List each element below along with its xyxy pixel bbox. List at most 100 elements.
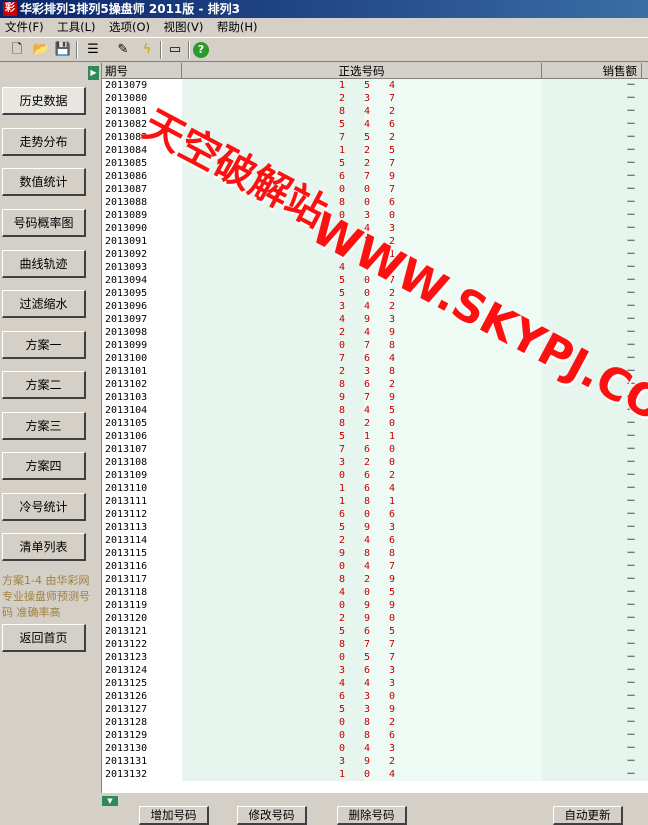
menu-file[interactable]: 文件(F) (0, 18, 49, 37)
table-row[interactable]: 2013105 8 2 0 － (102, 417, 648, 430)
table-row[interactable]: 2013081 8 4 2 － (102, 105, 648, 118)
table-row[interactable]: 2013109 0 6 2 － (102, 469, 648, 482)
table-row[interactable]: 2013115 9 8 8 － (102, 547, 648, 560)
table-row[interactable]: 2013123 0 5 7 － (102, 651, 648, 664)
table-row[interactable]: 2013085 5 2 7 － (102, 157, 648, 170)
menu-tools[interactable]: 工具(L) (52, 18, 100, 37)
table-row[interactable]: 2013132 1 0 4 － (102, 768, 648, 781)
table-row[interactable]: 2013100 7 6 4 － (102, 352, 648, 365)
scroll-down-icon[interactable]: ▼ (102, 796, 118, 806)
edit-number-button[interactable]: 修改号码 (237, 806, 307, 825)
table-row[interactable]: 2013093 4 7 3 － (102, 261, 648, 274)
open-folder-icon[interactable]: 📂 (31, 40, 51, 60)
table-row[interactable]: 2013111 1 8 1 － (102, 495, 648, 508)
column-header-sales[interactable]: 销售额 (542, 63, 642, 79)
issue-cell: 2013119 (102, 599, 182, 612)
column-header-numbers[interactable]: 正选号码 (182, 63, 542, 79)
table-row[interactable]: 2013131 3 9 2 － (102, 755, 648, 768)
digit-cell: 2 (388, 106, 396, 117)
new-file-icon[interactable]: 🗋 (7, 40, 27, 60)
table-row[interactable]: 2013114 2 4 6 － (102, 534, 648, 547)
auto-update-button[interactable]: 自动更新 (553, 806, 623, 825)
nav-plan-two[interactable]: 方案二 (2, 371, 86, 399)
table-row[interactable]: 2013121 5 6 5 － (102, 625, 648, 638)
table-row[interactable]: 2013096 3 4 2 － (102, 300, 648, 313)
table-row[interactable]: 2013128 0 8 2 － (102, 716, 648, 729)
table-row[interactable]: 2013090 1 4 3 － (102, 222, 648, 235)
save-icon[interactable]: 💾 (53, 40, 73, 60)
table-row[interactable]: 2013122 8 7 7 － (102, 638, 648, 651)
row-tail (642, 482, 648, 495)
table-row[interactable]: 2013082 5 4 6 － (102, 118, 648, 131)
wizard-icon[interactable]: ✎ (113, 40, 133, 60)
table-row[interactable]: 2013086 6 7 9 － (102, 170, 648, 183)
digit-cell: 9 (363, 600, 371, 611)
table-row[interactable]: 2013097 4 9 3 － (102, 313, 648, 326)
table-row[interactable]: 2013091 1 2 2 － (102, 235, 648, 248)
table-row[interactable]: 2013084 1 2 5 － (102, 144, 648, 157)
row-tail (642, 716, 648, 729)
nav-list[interactable]: 清单列表 (2, 533, 86, 561)
table-row[interactable]: 2013080 2 3 7 － (102, 92, 648, 105)
table-row[interactable]: 2013106 5 1 1 － (102, 430, 648, 443)
nav-plan-four[interactable]: 方案四 (2, 452, 86, 480)
nav-history-data[interactable]: 历史数据 (2, 87, 86, 115)
sales-cell: － (542, 183, 642, 196)
table-row[interactable]: 2013127 5 3 9 － (102, 703, 648, 716)
nav-curve-track[interactable]: 曲线轨迹 (2, 250, 86, 278)
table-row[interactable]: 2013112 6 0 6 － (102, 508, 648, 521)
table-row[interactable]: 2013095 5 0 2 － (102, 287, 648, 300)
list-icon[interactable]: ☰ (83, 40, 103, 60)
window-icon[interactable]: ▭ (165, 40, 185, 60)
table-row[interactable]: 2013124 3 6 3 － (102, 664, 648, 677)
home-button[interactable]: 返回首页 (2, 624, 86, 652)
table-row[interactable]: 2013118 4 0 5 － (102, 586, 648, 599)
table-row[interactable]: 2013126 6 3 0 － (102, 690, 648, 703)
row-tail (642, 404, 648, 417)
table-row[interactable]: 2013104 8 4 5 － (102, 404, 648, 417)
collapse-arrow-icon[interactable]: ▶ (88, 66, 99, 80)
table-row[interactable]: 2013108 3 2 0 － (102, 456, 648, 469)
table-row[interactable]: 2013079 1 5 4 － (102, 79, 648, 92)
table-row[interactable]: 2013113 5 9 3 － (102, 521, 648, 534)
table-row[interactable]: 2013102 8 6 2 － (102, 378, 648, 391)
issue-cell: 2013127 (102, 703, 182, 716)
help-icon[interactable]: ? (193, 42, 209, 58)
row-tail (642, 235, 648, 248)
lightning-icon[interactable]: ϟ (137, 40, 157, 60)
table-row[interactable]: 2013089 0 3 0 － (102, 209, 648, 222)
row-tail (642, 664, 648, 677)
table-row[interactable]: 2013101 2 3 8 － (102, 365, 648, 378)
table-row[interactable]: 2013125 4 4 3 － (102, 677, 648, 690)
delete-number-button[interactable]: 删除号码 (337, 806, 407, 825)
table-row[interactable]: 2013083 7 5 2 － (102, 131, 648, 144)
table-row[interactable]: 2013130 0 4 3 － (102, 742, 648, 755)
table-row[interactable]: 2013116 0 4 7 － (102, 560, 648, 573)
table-row[interactable]: 2013092 6 8 1 － (102, 248, 648, 261)
menu-help[interactable]: 帮助(H) (212, 18, 263, 37)
table-row[interactable]: 2013098 2 4 9 － (102, 326, 648, 339)
add-number-button[interactable]: 增加号码 (139, 806, 209, 825)
table-row[interactable]: 2013110 1 6 4 － (102, 482, 648, 495)
nav-probability-chart[interactable]: 号码概率图 (2, 209, 86, 237)
table-row[interactable]: 2013088 8 0 6 － (102, 196, 648, 209)
column-header-issue[interactable]: 期号 (102, 63, 182, 79)
table-row[interactable]: 2013129 0 8 6 － (102, 729, 648, 742)
nav-plan-three[interactable]: 方案三 (2, 412, 86, 440)
table-row[interactable]: 2013094 5 0 7 － (102, 274, 648, 287)
menu-options[interactable]: 选项(O) (104, 18, 155, 37)
nav-plan-one[interactable]: 方案一 (2, 331, 86, 359)
table-row[interactable]: 2013119 0 9 9 － (102, 599, 648, 612)
table-row[interactable]: 2013120 2 9 0 － (102, 612, 648, 625)
table-row[interactable]: 2013117 8 2 9 － (102, 573, 648, 586)
nav-trend-distribution[interactable]: 走势分布 (2, 128, 86, 156)
table-row[interactable]: 2013103 9 7 9 － (102, 391, 648, 404)
menu-view[interactable]: 视图(V) (159, 18, 209, 37)
nav-value-statistics[interactable]: 数值统计 (2, 168, 86, 196)
nav-cold-number-stats[interactable]: 冷号统计 (2, 493, 86, 521)
table-row[interactable]: 2013087 0 0 7 － (102, 183, 648, 196)
table-row[interactable]: 2013099 0 7 8 － (102, 339, 648, 352)
digit-cell: 9 (338, 548, 346, 559)
nav-filter-reduce[interactable]: 过滤缩水 (2, 290, 86, 318)
table-row[interactable]: 2013107 7 6 0 － (102, 443, 648, 456)
